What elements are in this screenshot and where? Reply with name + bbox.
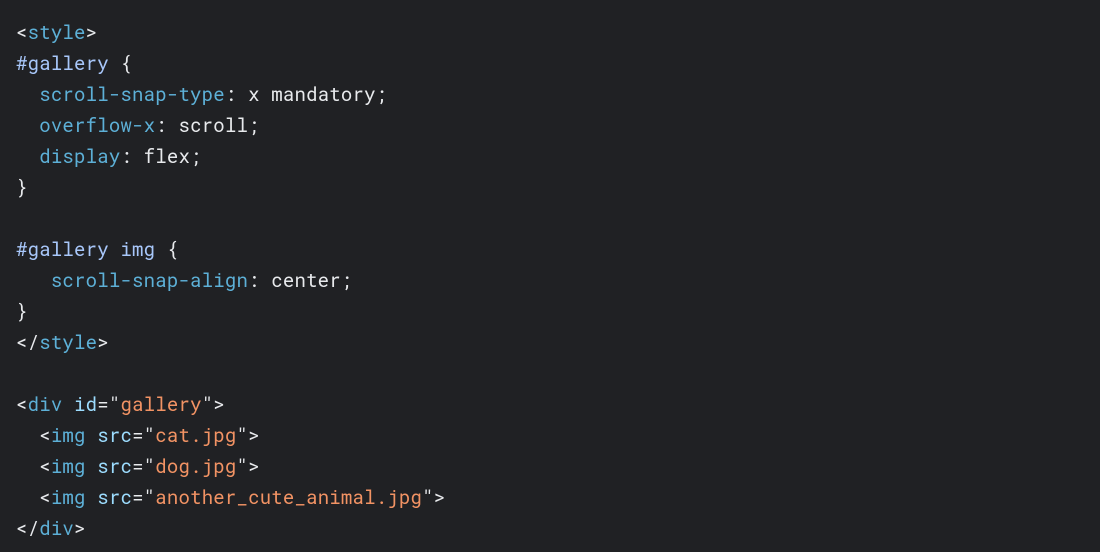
quote: "	[422, 485, 434, 510]
indent	[16, 454, 39, 479]
indent	[16, 144, 39, 169]
css-selector: #gallery	[16, 51, 109, 76]
tag-div-close: div	[39, 516, 74, 541]
tag-style-close: style	[39, 330, 97, 355]
indent	[16, 423, 39, 448]
angle-close: >	[97, 330, 109, 355]
tag-img: img	[51, 423, 86, 448]
quote: "	[237, 423, 249, 448]
css-prop: display	[39, 144, 120, 169]
angle-open: <	[16, 392, 28, 417]
css-value: scroll	[178, 113, 248, 138]
angle-open: </	[16, 516, 39, 541]
space-brace: {	[155, 237, 178, 262]
css-prop: scroll-snap-align	[51, 268, 248, 293]
angle-close: >	[434, 485, 446, 510]
angle-open: </	[16, 330, 39, 355]
angle-open: <	[16, 20, 28, 45]
equals: =	[132, 423, 144, 448]
attr-src: src	[97, 485, 132, 510]
angle-open: <	[39, 485, 51, 510]
quote: "	[144, 423, 156, 448]
colon: :	[225, 82, 248, 107]
colon: :	[155, 113, 178, 138]
quote: "	[144, 485, 156, 510]
semicolon: ;	[190, 144, 202, 169]
colon: :	[120, 144, 143, 169]
string-dog: dog.jpg	[155, 454, 236, 479]
angle-close: >	[248, 454, 260, 479]
angle-close: >	[74, 516, 86, 541]
colon: :	[248, 268, 271, 293]
space-brace: {	[109, 51, 132, 76]
brace-close: }	[16, 299, 28, 324]
angle-close: >	[248, 423, 260, 448]
css-value: x mandatory	[248, 82, 376, 107]
quote: "	[202, 392, 214, 417]
tag-style-open: style	[28, 20, 86, 45]
angle-close: >	[213, 392, 225, 417]
angle-close: >	[86, 20, 98, 45]
semicolon: ;	[341, 268, 353, 293]
tag-div-open: div	[28, 392, 63, 417]
attr-src: src	[97, 423, 132, 448]
attr-id: id	[74, 392, 97, 417]
tag-img: img	[51, 454, 86, 479]
indent	[16, 268, 51, 293]
angle-open: <	[39, 454, 51, 479]
quote: "	[237, 454, 249, 479]
string-animal: another_cute_animal.jpg	[155, 485, 422, 510]
equals: =	[132, 485, 144, 510]
css-selector: #gallery img	[16, 237, 155, 262]
css-prop: overflow-x	[39, 113, 155, 138]
string-cat: cat.jpg	[155, 423, 236, 448]
equals: =	[97, 392, 109, 417]
code-block: <style> #gallery { scroll-snap-type: x m…	[0, 0, 1100, 552]
equals: =	[132, 454, 144, 479]
css-value: flex	[144, 144, 190, 169]
indent	[16, 113, 39, 138]
css-value: center	[271, 268, 341, 293]
indent	[16, 82, 39, 107]
indent	[16, 485, 39, 510]
string-gallery: gallery	[120, 392, 201, 417]
angle-open: <	[39, 423, 51, 448]
css-prop: scroll-snap-type	[39, 82, 225, 107]
attr-src: src	[97, 454, 132, 479]
tag-img: img	[51, 485, 86, 510]
quote: "	[144, 454, 156, 479]
semicolon: ;	[376, 82, 388, 107]
brace-close: }	[16, 175, 28, 200]
quote: "	[109, 392, 121, 417]
semicolon: ;	[248, 113, 260, 138]
